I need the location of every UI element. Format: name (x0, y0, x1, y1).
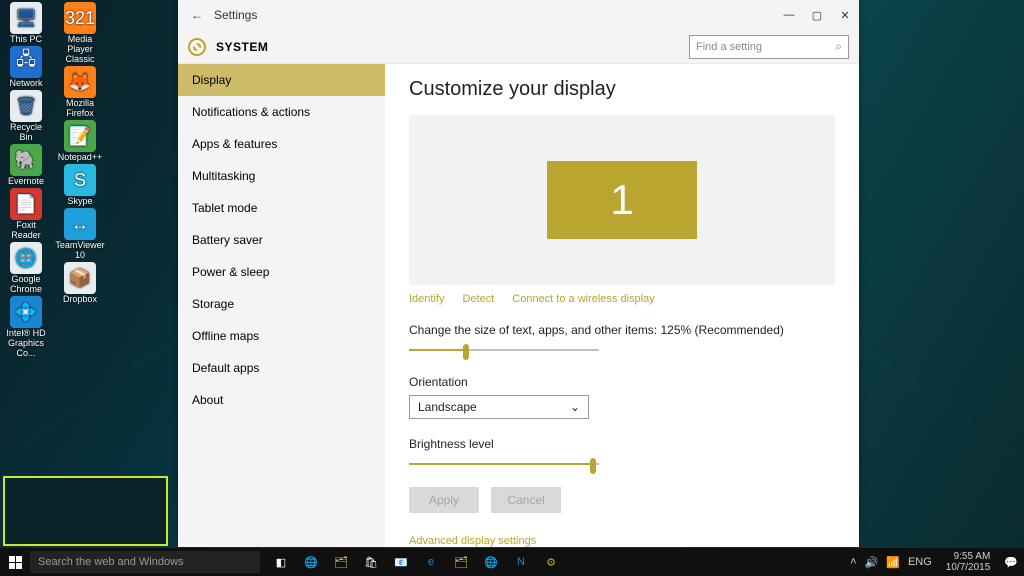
taskbar-pins: ◧🌐🗂🛍📧e🗂🌐N⚙ (266, 548, 566, 576)
slider-thumb[interactable] (463, 344, 469, 360)
desktop-icon[interactable]: 321Media Player Classic (58, 2, 102, 64)
sidebar: DisplayNotifications & actionsApps & fea… (178, 64, 385, 547)
taskbar: Search the web and Windows ◧🌐🗂🛍📧e🗂🌐N⚙ ˄ … (0, 548, 1024, 576)
wireless-link[interactable]: Connect to a wireless display (512, 293, 654, 305)
detect-link[interactable]: Detect (462, 293, 494, 305)
desktop-icon[interactable]: 🖥This PC (4, 2, 48, 44)
taskbar-pin[interactable]: 📧 (386, 548, 416, 576)
sidebar-item-power-sleep[interactable]: Power & sleep (178, 256, 385, 288)
start-button[interactable] (0, 548, 30, 576)
taskbar-pin[interactable]: 🗂 (446, 548, 476, 576)
chevron-down-icon: ⌄ (570, 400, 580, 414)
close-button[interactable]: ✕ (831, 0, 859, 30)
tray-chevron-icon[interactable]: ˄ (850, 556, 856, 568)
sidebar-item-notifications-actions[interactable]: Notifications & actions (178, 96, 385, 128)
notifications-icon[interactable]: 💬 (1004, 556, 1018, 569)
search-placeholder: Find a setting (696, 41, 762, 53)
search-icon: ⌕ (835, 39, 842, 54)
desktop-icon[interactable]: 📦Dropbox (58, 262, 102, 304)
desktop-icon[interactable]: 🐘Evernote (4, 144, 48, 186)
taskbar-search[interactable]: Search the web and Windows (30, 551, 260, 573)
sidebar-item-multitasking[interactable]: Multitasking (178, 160, 385, 192)
volume-icon[interactable]: 🔊 (865, 556, 879, 569)
taskbar-pin[interactable]: e (416, 548, 446, 576)
brightness-label: Brightness level (409, 437, 835, 451)
orientation-select[interactable]: Landscape ⌄ (409, 395, 589, 419)
taskbar-pin[interactable]: ⚙ (536, 548, 566, 576)
identify-link[interactable]: Identify (409, 293, 444, 305)
page-heading: Customize your display (409, 78, 835, 101)
apply-button: Apply (409, 487, 479, 513)
minimize-button[interactable]: — (775, 0, 803, 30)
slider-thumb[interactable] (590, 458, 596, 474)
sidebar-item-battery-saver[interactable]: Battery saver (178, 224, 385, 256)
desktop-icon[interactable]: ↔TeamViewer 10 (58, 208, 102, 260)
sidebar-item-tablet-mode[interactable]: Tablet mode (178, 192, 385, 224)
desktop-icon[interactable]: SSkype (58, 164, 102, 206)
taskbar-pin[interactable]: 🗂 (326, 548, 356, 576)
desktop-icon[interactable]: 📝Notepad++ (58, 120, 102, 162)
network-icon[interactable]: 📶 (886, 556, 900, 569)
maximize-button[interactable]: ▢ (803, 0, 831, 30)
desktop-peek-preview (3, 476, 168, 546)
clock[interactable]: 9:55 AM 10/7/2015 (946, 551, 991, 573)
desktop-icon[interactable]: 🖧Network (4, 46, 48, 88)
orientation-value: Landscape (418, 400, 477, 414)
system-tray: ˄ 🔊 📶 ENG 9:55 AM 10/7/2015 💬 (844, 551, 1024, 573)
desktop-icon[interactable]: 🗑Recycle Bin (4, 90, 48, 142)
titlebar: ← Settings — ▢ ✕ (178, 0, 859, 30)
sidebar-item-offline-maps[interactable]: Offline maps (178, 320, 385, 352)
desktop: 🖥This PC🖧Network🗑Recycle Bin🐘Evernote📄Fo… (4, 2, 102, 358)
sidebar-item-about[interactable]: About (178, 384, 385, 416)
windows-logo-icon (9, 556, 22, 569)
brightness-slider[interactable] (409, 457, 599, 471)
section-title: SYSTEM (216, 40, 268, 54)
monitor-1[interactable]: 1 (547, 161, 697, 239)
cancel-button: Cancel (491, 487, 561, 513)
desktop-icon[interactable]: 🌐Google Chrome (4, 242, 48, 294)
content-pane: Customize your display 1 Identify Detect… (385, 64, 859, 547)
taskbar-pin[interactable]: N (506, 548, 536, 576)
orientation-label: Orientation (409, 375, 835, 389)
display-preview[interactable]: 1 (409, 115, 835, 285)
taskbar-pin[interactable]: 🌐 (476, 548, 506, 576)
taskbar-pin[interactable]: 🛍 (356, 548, 386, 576)
display-action-links: Identify Detect Connect to a wireless di… (409, 293, 835, 305)
desktop-icon[interactable]: 📄Foxit Reader (4, 188, 48, 240)
desktop-icon[interactable]: 💠Intel® HD Graphics Co... (4, 296, 48, 358)
gear-icon (188, 38, 206, 56)
window-title: Settings (214, 8, 257, 22)
sidebar-item-default-apps[interactable]: Default apps (178, 352, 385, 384)
sidebar-item-display[interactable]: Display (178, 64, 385, 96)
taskbar-pin[interactable]: 🌐 (296, 548, 326, 576)
settings-search[interactable]: Find a setting ⌕ (689, 35, 849, 59)
header: SYSTEM Find a setting ⌕ (178, 30, 859, 64)
advanced-settings-link[interactable]: Advanced display settings (409, 535, 835, 547)
taskbar-pin[interactable]: ◧ (266, 548, 296, 576)
sidebar-item-storage[interactable]: Storage (178, 288, 385, 320)
desktop-icon[interactable]: 🦊Mozilla Firefox (58, 66, 102, 118)
settings-window: ← Settings — ▢ ✕ SYSTEM Find a setting ⌕… (178, 0, 859, 547)
scale-slider[interactable] (409, 343, 599, 357)
scale-label: Change the size of text, apps, and other… (409, 323, 835, 337)
sidebar-item-apps-features[interactable]: Apps & features (178, 128, 385, 160)
language-indicator[interactable]: ENG (908, 556, 932, 568)
back-button[interactable]: ← (186, 8, 208, 22)
